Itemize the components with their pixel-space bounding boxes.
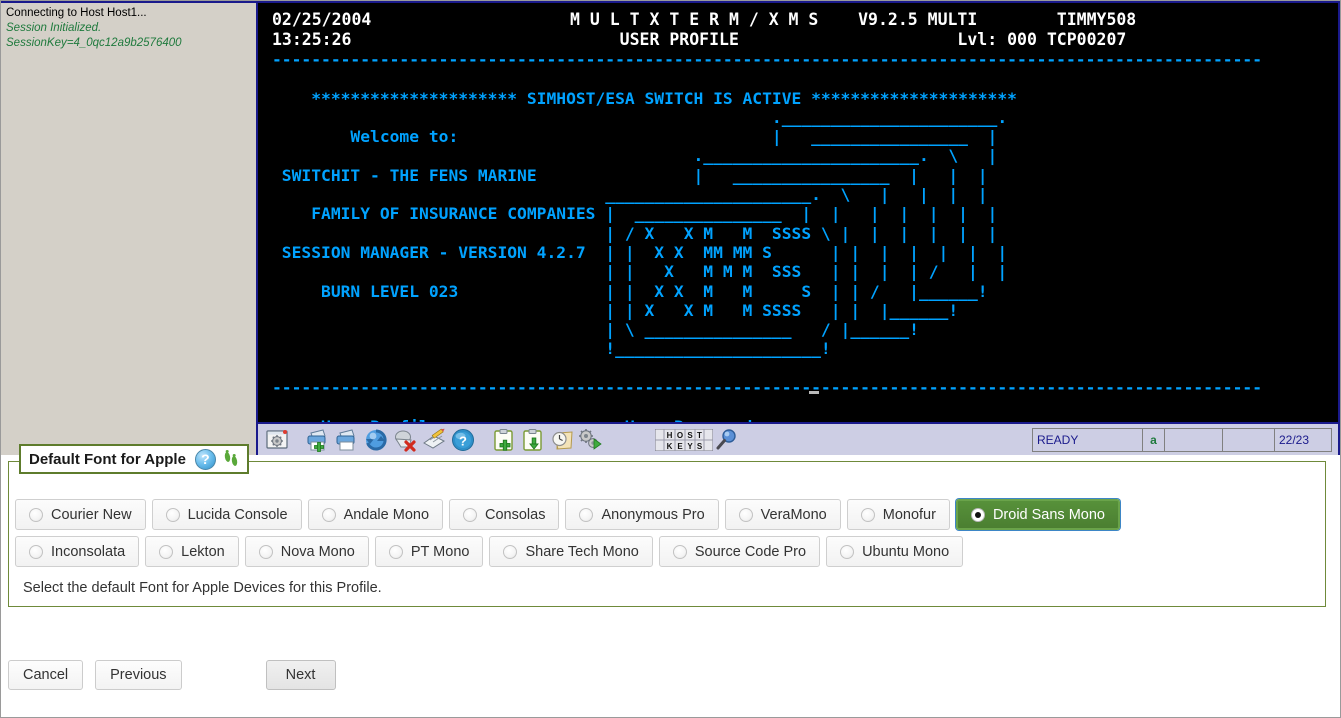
magnifier-icon[interactable]	[715, 427, 741, 453]
next-button[interactable]: Next	[265, 660, 336, 690]
status-state: READY	[1033, 429, 1143, 451]
help-icon[interactable]: ?	[194, 448, 216, 470]
run-macro-icon[interactable]	[578, 427, 604, 453]
svg-text:S: S	[697, 442, 703, 451]
app-window: Connecting to Host Host1... Session Init…	[0, 0, 1341, 718]
help-question-icon[interactable]: ?	[450, 427, 476, 453]
font-option-label: Lucida Console	[187, 506, 288, 523]
status-indicator: a	[1143, 429, 1165, 451]
instruction-text: Select the default Font for Apple Device…	[23, 580, 382, 596]
font-option-anonymous-pro[interactable]: Anonymous Pro	[565, 499, 719, 530]
footprints-icon	[223, 448, 239, 470]
font-option-andale-mono[interactable]: Andale Mono	[307, 499, 444, 530]
font-option-label: Droid Sans Mono	[992, 506, 1105, 523]
fieldset-legend: Default Font for Apple ?	[19, 444, 249, 474]
font-option-lucida-console[interactable]: Lucida Console	[151, 499, 302, 530]
refresh-icon[interactable]	[363, 427, 389, 453]
font-option-label: Andale Mono	[343, 506, 430, 523]
font-option-share-tech-mono[interactable]: Share Tech Mono	[489, 536, 653, 567]
font-options-row-2: Inconsolata Lekton Nova Mono PT Mono Sha…	[15, 536, 964, 567]
terminal-status-bar: READY a 22/23	[1032, 428, 1332, 452]
radio-icon	[29, 507, 43, 522]
radio-icon	[388, 544, 403, 559]
terminal-toolbar: ? H O S T K E Y S READY a 22/23	[258, 422, 1338, 455]
previous-button[interactable]: Previous	[95, 660, 182, 690]
radio-icon	[738, 507, 753, 522]
print-add-icon[interactable]	[305, 427, 331, 453]
terminal-emulator[interactable]: 02/25/2004 M U L T X T E R M / X M S V9.…	[258, 0, 1341, 455]
font-option-label: Courier New	[51, 506, 132, 523]
font-option-courier-new[interactable]: Courier New	[15, 499, 146, 530]
font-option-label: VeraMono	[760, 506, 827, 523]
radio-icon	[159, 544, 174, 559]
font-option-label: Lekton	[181, 543, 225, 560]
clipboard-add-icon[interactable]	[491, 427, 517, 453]
svg-text:H: H	[667, 431, 673, 440]
svg-text:T: T	[697, 431, 702, 440]
font-option-droid-sans-mono[interactable]: Droid Sans Mono	[955, 499, 1120, 530]
cancel-button[interactable]: Cancel	[8, 660, 84, 690]
svg-text:S: S	[687, 431, 693, 440]
font-option-label: PT Mono	[410, 543, 470, 560]
terminal-body-text: ----------------------------------------…	[272, 50, 1263, 422]
print-icon[interactable]	[334, 427, 360, 453]
terminal-area: Connecting to Host Host1... Session Init…	[0, 0, 1341, 455]
terminal-screen[interactable]: 02/25/2004 M U L T X T E R M / X M S V9.…	[258, 3, 1338, 422]
font-option-label: Consolas	[485, 506, 546, 523]
radio-icon	[860, 507, 875, 522]
terminal-header-text: 02/25/2004 M U L T X T E R M / X M S V9.…	[272, 10, 1137, 49]
radio-icon	[463, 507, 478, 522]
font-option-monofur[interactable]: Monofur	[846, 499, 950, 530]
font-option-source-code-pro[interactable]: Source Code Pro	[658, 536, 821, 567]
radio-icon	[258, 544, 273, 559]
history-clock-icon[interactable]	[549, 427, 575, 453]
font-option-lekton[interactable]: Lekton	[145, 536, 239, 567]
font-options-row-1: Courier New Lucida Console Andale Mono C…	[15, 499, 1120, 530]
font-option-label: Monofur	[882, 506, 936, 523]
font-option-inconsolata[interactable]: Inconsolata	[15, 536, 140, 567]
font-option-veramono[interactable]: VeraMono	[724, 499, 841, 530]
font-option-label: Share Tech Mono	[525, 543, 639, 560]
svg-text:O: O	[677, 431, 683, 440]
font-option-label: Anonymous Pro	[601, 506, 705, 523]
radio-icon	[165, 507, 180, 522]
status-cursor-position: 22/23	[1279, 433, 1310, 447]
clear-delete-icon[interactable]	[392, 427, 418, 453]
radio-icon	[321, 507, 336, 522]
font-option-nova-mono[interactable]: Nova Mono	[244, 536, 369, 567]
radio-icon	[672, 544, 687, 559]
font-option-label: Ubuntu Mono	[862, 543, 950, 560]
host-keys-icon[interactable]: H O S T K E Y S	[654, 428, 714, 451]
radio-icon-selected	[970, 507, 985, 522]
svg-text:?: ?	[459, 433, 467, 448]
font-option-pt-mono[interactable]: PT Mono	[374, 536, 484, 567]
session-log-line-connecting: Connecting to Host Host1...	[6, 7, 147, 19]
clipboard-paste-icon[interactable]	[520, 427, 546, 453]
font-option-ubuntu-mono[interactable]: Ubuntu Mono	[826, 536, 964, 567]
font-option-label: Nova Mono	[280, 543, 355, 560]
wizard-panel: Default Font for Apple ? Courier New Luc…	[0, 444, 1341, 718]
svg-text:Y: Y	[687, 442, 693, 451]
radio-icon	[503, 544, 518, 559]
wizard-button-row: Cancel Previous Next	[8, 660, 348, 690]
session-log-line-initialized: Session Initialized.	[6, 22, 102, 34]
font-selection-fieldset: Default Font for Apple ? Courier New Luc…	[8, 444, 1326, 607]
edit-note-icon[interactable]	[421, 427, 447, 453]
page-title: Default Font for Apple	[29, 450, 186, 468]
radio-icon	[840, 544, 855, 559]
terminal-cursor	[809, 391, 819, 394]
font-option-label: Inconsolata	[51, 543, 126, 560]
svg-text:E: E	[677, 442, 683, 451]
radio-icon	[579, 507, 594, 522]
status-cell-4	[1223, 429, 1275, 451]
font-option-consolas[interactable]: Consolas	[449, 499, 560, 530]
session-log-pane: Connecting to Host Host1... Session Init…	[0, 0, 258, 455]
status-cell-3	[1165, 429, 1223, 451]
radio-icon	[29, 544, 43, 559]
svg-text:K: K	[667, 442, 673, 451]
font-option-label: Source Code Pro	[694, 543, 807, 560]
settings-window-icon[interactable]	[264, 427, 290, 453]
session-log-line-sessionkey: SessionKey=4_0qc12a9b2576400	[6, 37, 182, 49]
